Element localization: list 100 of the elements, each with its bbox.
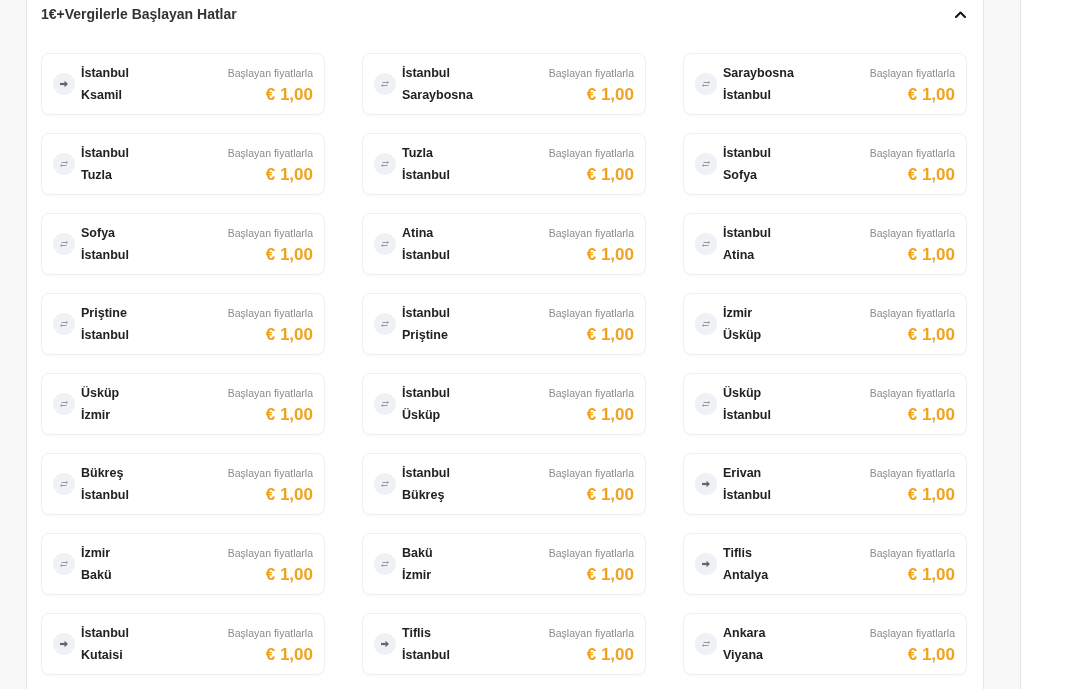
price-caption: Başlayan fiyatlarla bbox=[227, 226, 313, 241]
departure-city: Üsküp bbox=[723, 385, 762, 402]
arrival-city: Atina bbox=[723, 247, 755, 264]
route-card[interactable]: İstanbul Sofya Başlayan fiyatlarla € 1,00 bbox=[683, 133, 967, 195]
price-text: € 1,00 bbox=[265, 565, 313, 585]
price-text: € 1,00 bbox=[586, 85, 634, 105]
departure-city: İstanbul bbox=[81, 625, 129, 642]
arrival-city: Antalya bbox=[723, 567, 769, 584]
departure-city: Tuzla bbox=[402, 145, 434, 162]
price-text: € 1,00 bbox=[907, 85, 955, 105]
price-text: € 1,00 bbox=[265, 405, 313, 425]
price-caption: Başlayan fiyatlarla bbox=[869, 306, 955, 321]
price-caption: Başlayan fiyatlarla bbox=[548, 146, 634, 161]
price-text: € 1,00 bbox=[586, 565, 634, 585]
route-card[interactable]: İstanbul Tuzla Başlayan fiyatlarla € 1,00 bbox=[41, 133, 325, 195]
route-card[interactable]: Bükreş İstanbul Başlayan fiyatlarla € 1,00 bbox=[41, 453, 325, 515]
departure-city: Sofya bbox=[81, 225, 116, 242]
arrival-city: Üsküp bbox=[402, 407, 441, 424]
price-caption: Başlayan fiyatlarla bbox=[227, 546, 313, 561]
departure-city: İzmir bbox=[723, 305, 753, 322]
price-caption: Başlayan fiyatlarla bbox=[548, 626, 634, 641]
route-card[interactable]: İstanbul Ksamil Başlayan fiyatlarla € 1,00 bbox=[41, 53, 325, 115]
route-card[interactable]: İstanbul Saraybosna Başlayan fiyatlarla € 1,00 bbox=[362, 53, 646, 115]
arrival-city: Tuzla bbox=[81, 167, 113, 184]
route-card[interactable]: Erivan İstanbul Başlayan fiyatlarla € 1,00 bbox=[683, 453, 967, 515]
price-text: € 1,00 bbox=[586, 645, 634, 665]
departure-city: Tiflis bbox=[723, 545, 752, 562]
route-card[interactable]: Tuzla İstanbul Başlayan fiyatlarla € 1,00 bbox=[362, 133, 646, 195]
departure-city: İstanbul bbox=[402, 65, 450, 82]
price-caption: Başlayan fiyatlarla bbox=[869, 626, 955, 641]
route-card[interactable]: İstanbul Üsküp Başlayan fiyatlarla € 1,00 bbox=[362, 373, 646, 435]
price-caption: Başlayan fiyatlarla bbox=[869, 386, 955, 401]
arrival-city: Sofya bbox=[723, 167, 758, 184]
price-text: € 1,00 bbox=[586, 405, 634, 425]
price-caption: Başlayan fiyatlarla bbox=[548, 306, 634, 321]
collapse-button[interactable] bbox=[954, 8, 966, 20]
price-caption: Başlayan fiyatlarla bbox=[869, 466, 955, 481]
arrival-city: İstanbul bbox=[723, 407, 771, 424]
departure-city: Priştine bbox=[81, 305, 127, 322]
price-text: € 1,00 bbox=[265, 165, 313, 185]
price-caption: Başlayan fiyatlarla bbox=[548, 66, 634, 81]
route-card[interactable]: Tiflis Antalya Başlayan fiyatlarla € 1,00 bbox=[683, 533, 967, 595]
route-card[interactable]: İstanbul Priştine Başlayan fiyatlarla € 1,00 bbox=[362, 293, 646, 355]
price-caption: Başlayan fiyatlarla bbox=[227, 306, 313, 321]
arrival-city: İstanbul bbox=[723, 87, 771, 104]
departure-city: Bükreş bbox=[81, 465, 124, 482]
price-text: € 1,00 bbox=[586, 165, 634, 185]
arrival-city: Kutaisi bbox=[81, 647, 123, 664]
arrival-city: Bakü bbox=[81, 567, 112, 584]
route-card[interactable]: Tiflis İstanbul Başlayan fiyatlarla € 1,00 bbox=[362, 613, 646, 675]
price-text: € 1,00 bbox=[907, 325, 955, 345]
price-text: € 1,00 bbox=[586, 245, 634, 265]
price-text: € 1,00 bbox=[586, 485, 634, 505]
price-text: € 1,00 bbox=[907, 645, 955, 665]
arrival-city: İzmir bbox=[81, 407, 111, 424]
price-caption: Başlayan fiyatlarla bbox=[227, 146, 313, 161]
price-caption: Başlayan fiyatlarla bbox=[227, 466, 313, 481]
price-caption: Başlayan fiyatlarla bbox=[227, 66, 313, 81]
arrival-city: İstanbul bbox=[81, 487, 129, 504]
price-caption: Başlayan fiyatlarla bbox=[548, 386, 634, 401]
route-card[interactable]: İzmir Bakü Başlayan fiyatlarla € 1,00 bbox=[41, 533, 325, 595]
departure-city: Atina bbox=[402, 225, 434, 242]
price-caption: Başlayan fiyatlarla bbox=[548, 546, 634, 561]
departure-city: İstanbul bbox=[402, 465, 450, 482]
departure-city: İstanbul bbox=[81, 65, 129, 82]
route-card[interactable]: Atina İstanbul Başlayan fiyatlarla € 1,00 bbox=[362, 213, 646, 275]
departure-city: İstanbul bbox=[402, 305, 450, 322]
departure-city: İstanbul bbox=[402, 385, 450, 402]
route-card[interactable]: İzmir Üsküp Başlayan fiyatlarla € 1,00 bbox=[683, 293, 967, 355]
price-text: € 1,00 bbox=[907, 405, 955, 425]
arrival-city: İstanbul bbox=[402, 247, 450, 264]
arrival-city: İstanbul bbox=[81, 327, 129, 344]
route-card[interactable]: Saraybosna İstanbul Başlayan fiyatlarla € 1,00 bbox=[683, 53, 967, 115]
departure-city: Tiflis bbox=[402, 625, 431, 642]
price-text: € 1,00 bbox=[265, 85, 313, 105]
departure-city: Erivan bbox=[723, 465, 762, 482]
price-caption: Başlayan fiyatlarla bbox=[227, 386, 313, 401]
arrival-city: İstanbul bbox=[402, 167, 450, 184]
arrival-city: İstanbul bbox=[402, 647, 450, 664]
departure-city: Üsküp bbox=[81, 385, 120, 402]
route-card[interactable]: Üsküp İzmir Başlayan fiyatlarla € 1,00 bbox=[41, 373, 325, 435]
route-card[interactable]: Bakü İzmir Başlayan fiyatlarla € 1,00 bbox=[362, 533, 646, 595]
route-card[interactable]: İstanbul Kutaisi Başlayan fiyatlarla € 1,00 bbox=[41, 613, 325, 675]
price-text: € 1,00 bbox=[907, 245, 955, 265]
route-card[interactable]: İstanbul Atina Başlayan fiyatlarla € 1,00 bbox=[683, 213, 967, 275]
arrival-city: Ksamil bbox=[81, 87, 122, 104]
price-text: € 1,00 bbox=[265, 325, 313, 345]
route-card[interactable]: İstanbul Bükreş Başlayan fiyatlarla € 1,00 bbox=[362, 453, 646, 515]
arrival-city: Bükreş bbox=[402, 487, 445, 504]
price-caption: Başlayan fiyatlarla bbox=[869, 226, 955, 241]
departure-city: İstanbul bbox=[723, 225, 771, 242]
price-text: € 1,00 bbox=[265, 645, 313, 665]
price-text: € 1,00 bbox=[265, 485, 313, 505]
departure-city: İstanbul bbox=[723, 145, 771, 162]
route-card[interactable]: Üsküp İstanbul Başlayan fiyatlarla € 1,00 bbox=[683, 373, 967, 435]
arrival-city: Viyana bbox=[723, 647, 764, 664]
route-card[interactable]: Priştine İstanbul Başlayan fiyatlarla € 1,00 bbox=[41, 293, 325, 355]
route-card[interactable]: Sofya İstanbul Başlayan fiyatlarla € 1,00 bbox=[41, 213, 325, 275]
chevron-up-icon bbox=[954, 10, 966, 18]
route-card[interactable]: Ankara Viyana Başlayan fiyatlarla € 1,00 bbox=[683, 613, 967, 675]
